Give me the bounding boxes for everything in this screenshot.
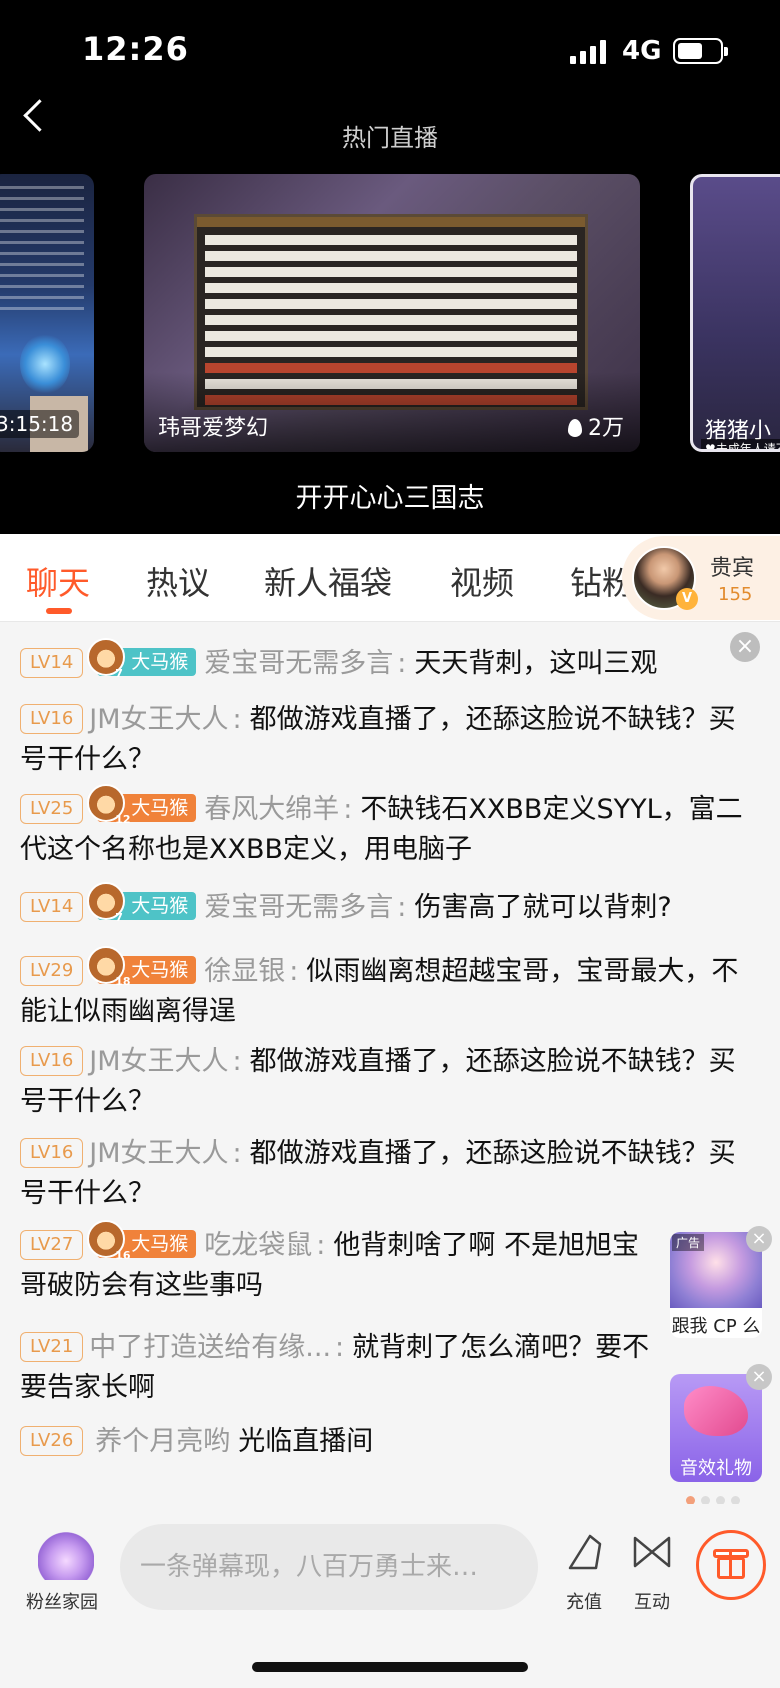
tab-chat[interactable]: 聊天 [26,558,90,604]
level-badge: LV14 [20,892,84,922]
card-streamer-name: 玮哥爱梦幻 [158,416,269,441]
vip-button[interactable]: V 贵宾 155 [622,536,780,620]
card-heat: 2万 [568,410,624,442]
username[interactable]: 徐显银 [204,956,285,987]
level-badge: LV29 [20,956,84,986]
level-badge: LV16 [20,1046,84,1076]
vip-count: 155 [718,584,753,605]
username[interactable]: JM女王大人 [89,1046,228,1077]
interact-label[interactable]: 互动 [634,1588,670,1614]
level-badge: LV27 [20,1230,84,1260]
live-card-next[interactable]: 猪猪小 ♥未成年人请不 [690,174,780,452]
message-text: 伤害高了就可以背刺? [414,892,672,923]
fan-badge: 18 大马猴 [87,946,197,988]
chat-message: LV27 16 大马猴 吃龙袋鼠: 他背刺啥了啊 不是旭旭宝哥破防会有这些事吗 [20,1220,660,1306]
avatar: V [632,546,698,610]
ad-caption: 音效礼物 [680,1458,752,1479]
chat-message: LV16 JM女王大人: 都做游戏直播了，还舔这脸说不缺钱？买号干什么？ [20,704,736,775]
close-icon[interactable]: × [730,632,760,662]
chat-message: LV26 养个月亮哟 光临直播间 [20,1422,750,1462]
status-time: 12:26 [82,30,189,68]
ad-tag: 广告 [672,1234,705,1251]
battery-icon [673,38,728,64]
close-icon[interactable]: × [746,1226,772,1252]
username[interactable]: 中了打造送给有缘... [89,1332,331,1363]
username[interactable]: 爱宝哥无需多言 [204,892,393,923]
close-icon[interactable]: × [746,1364,772,1390]
username[interactable]: JM女王大人 [89,704,228,735]
live-header: 12:26 4G 热门直播 3:15:18 玮哥爱梦幻 2万 猪猪小 ♥未成年人… [0,0,780,534]
level-badge: LV16 [20,704,84,734]
vip-label: 贵宾 [710,556,755,581]
bottom-bar: 粉丝家园 充值 互动 [0,1504,780,1688]
username[interactable]: 养个月亮哟 [95,1426,230,1457]
tab-newbie-bag[interactable]: 新人福袋 [264,558,392,604]
chat-message: LV25 12 大马猴 春风大绵羊: 不缺钱石XXBB定义SYYL，富二代这个名称也是X… [20,784,750,870]
ad-banner-cp[interactable]: 广告 跟我 CP 么 [670,1232,762,1338]
message-text: 光临直播间 [238,1426,374,1457]
chat-message: LV21 中了打造送给有缘...: 就背刺了怎么滴吧？要不要告家长啊 [20,1332,650,1403]
live-timer: 3:15:18 [0,410,80,438]
fans-home-label[interactable]: 粉丝家园 [26,1588,98,1614]
recharge-label[interactable]: 充值 [566,1588,602,1614]
live-card-prev[interactable]: 3:15:18 [0,174,94,452]
fan-badge: 7 大马猴 [87,882,197,924]
chat-list[interactable]: LV14 7 大马猴 爱宝哥无需多言: 天天背刺，这叫三观 LV16 JM女王大人: 都做游… [0,622,780,1502]
username[interactable]: 吃龙袋鼠 [204,1230,312,1261]
username[interactable]: 春风大绵羊 [204,794,339,825]
page-title: 热门直播 [342,124,438,152]
ad-banner-sound-gift[interactable]: 音效礼物 [670,1374,762,1482]
fan-badge: 12 大马猴 [87,784,197,826]
level-badge: LV26 [20,1426,84,1456]
tab-video[interactable]: 视频 [450,558,514,604]
ad-caption: 跟我 CP 么 [671,1316,761,1337]
v-badge-icon: V [676,588,698,610]
level-badge: LV21 [20,1332,84,1362]
chat-message: LV14 7 大马猴 爱宝哥无需多言: 伤害高了就可以背刺? [20,882,750,928]
plane-icon [684,1386,748,1436]
crown-icon[interactable] [38,1532,94,1580]
recharge-icon[interactable] [566,1532,604,1572]
gift-button[interactable] [696,1530,766,1600]
message-text: 天天背刺，这叫三观 [414,648,658,679]
network-type: 4G [622,36,662,66]
tab-discussion[interactable]: 热议 [146,558,210,604]
live-card-current[interactable]: 玮哥爱梦幻 2万 [144,174,640,452]
fan-badge: 16 大马猴 [87,1220,197,1262]
chat-message: LV14 7 大马猴 爱宝哥无需多言: 天天背刺，这叫三观 [20,638,750,684]
room-title: 开开心心三国志 [295,483,485,514]
tab-underline [46,608,72,614]
gift-icon [729,1549,732,1579]
username[interactable]: JM女王大人 [89,1138,228,1169]
level-badge: LV16 [20,1138,84,1168]
flame-icon [568,419,582,437]
fan-badge: 7 大马猴 [87,638,197,680]
signal-icon [570,40,610,64]
danmu-input[interactable] [120,1524,538,1610]
chat-message: LV16 JM女王大人: 都做游戏直播了，还舔这脸说不缺钱？买号干什么？ [20,1046,736,1117]
minor-warning-badge: ♥未成年人请不 [701,439,780,449]
username[interactable]: 爱宝哥无需多言 [204,648,393,679]
chat-message: LV16 JM女王大人: 都做游戏直播了，还舔这脸说不缺钱？买号干什么？ [20,1138,736,1209]
chat-message: LV29 18 大马猴 徐显银: 似雨幽离想超越宝哥，宝哥最大，不能让似雨幽离得逞 [20,946,750,1032]
level-badge: LV25 [20,794,84,824]
home-indicator[interactable] [252,1662,528,1672]
level-badge: LV14 [20,648,84,678]
interact-icon[interactable] [632,1534,672,1570]
